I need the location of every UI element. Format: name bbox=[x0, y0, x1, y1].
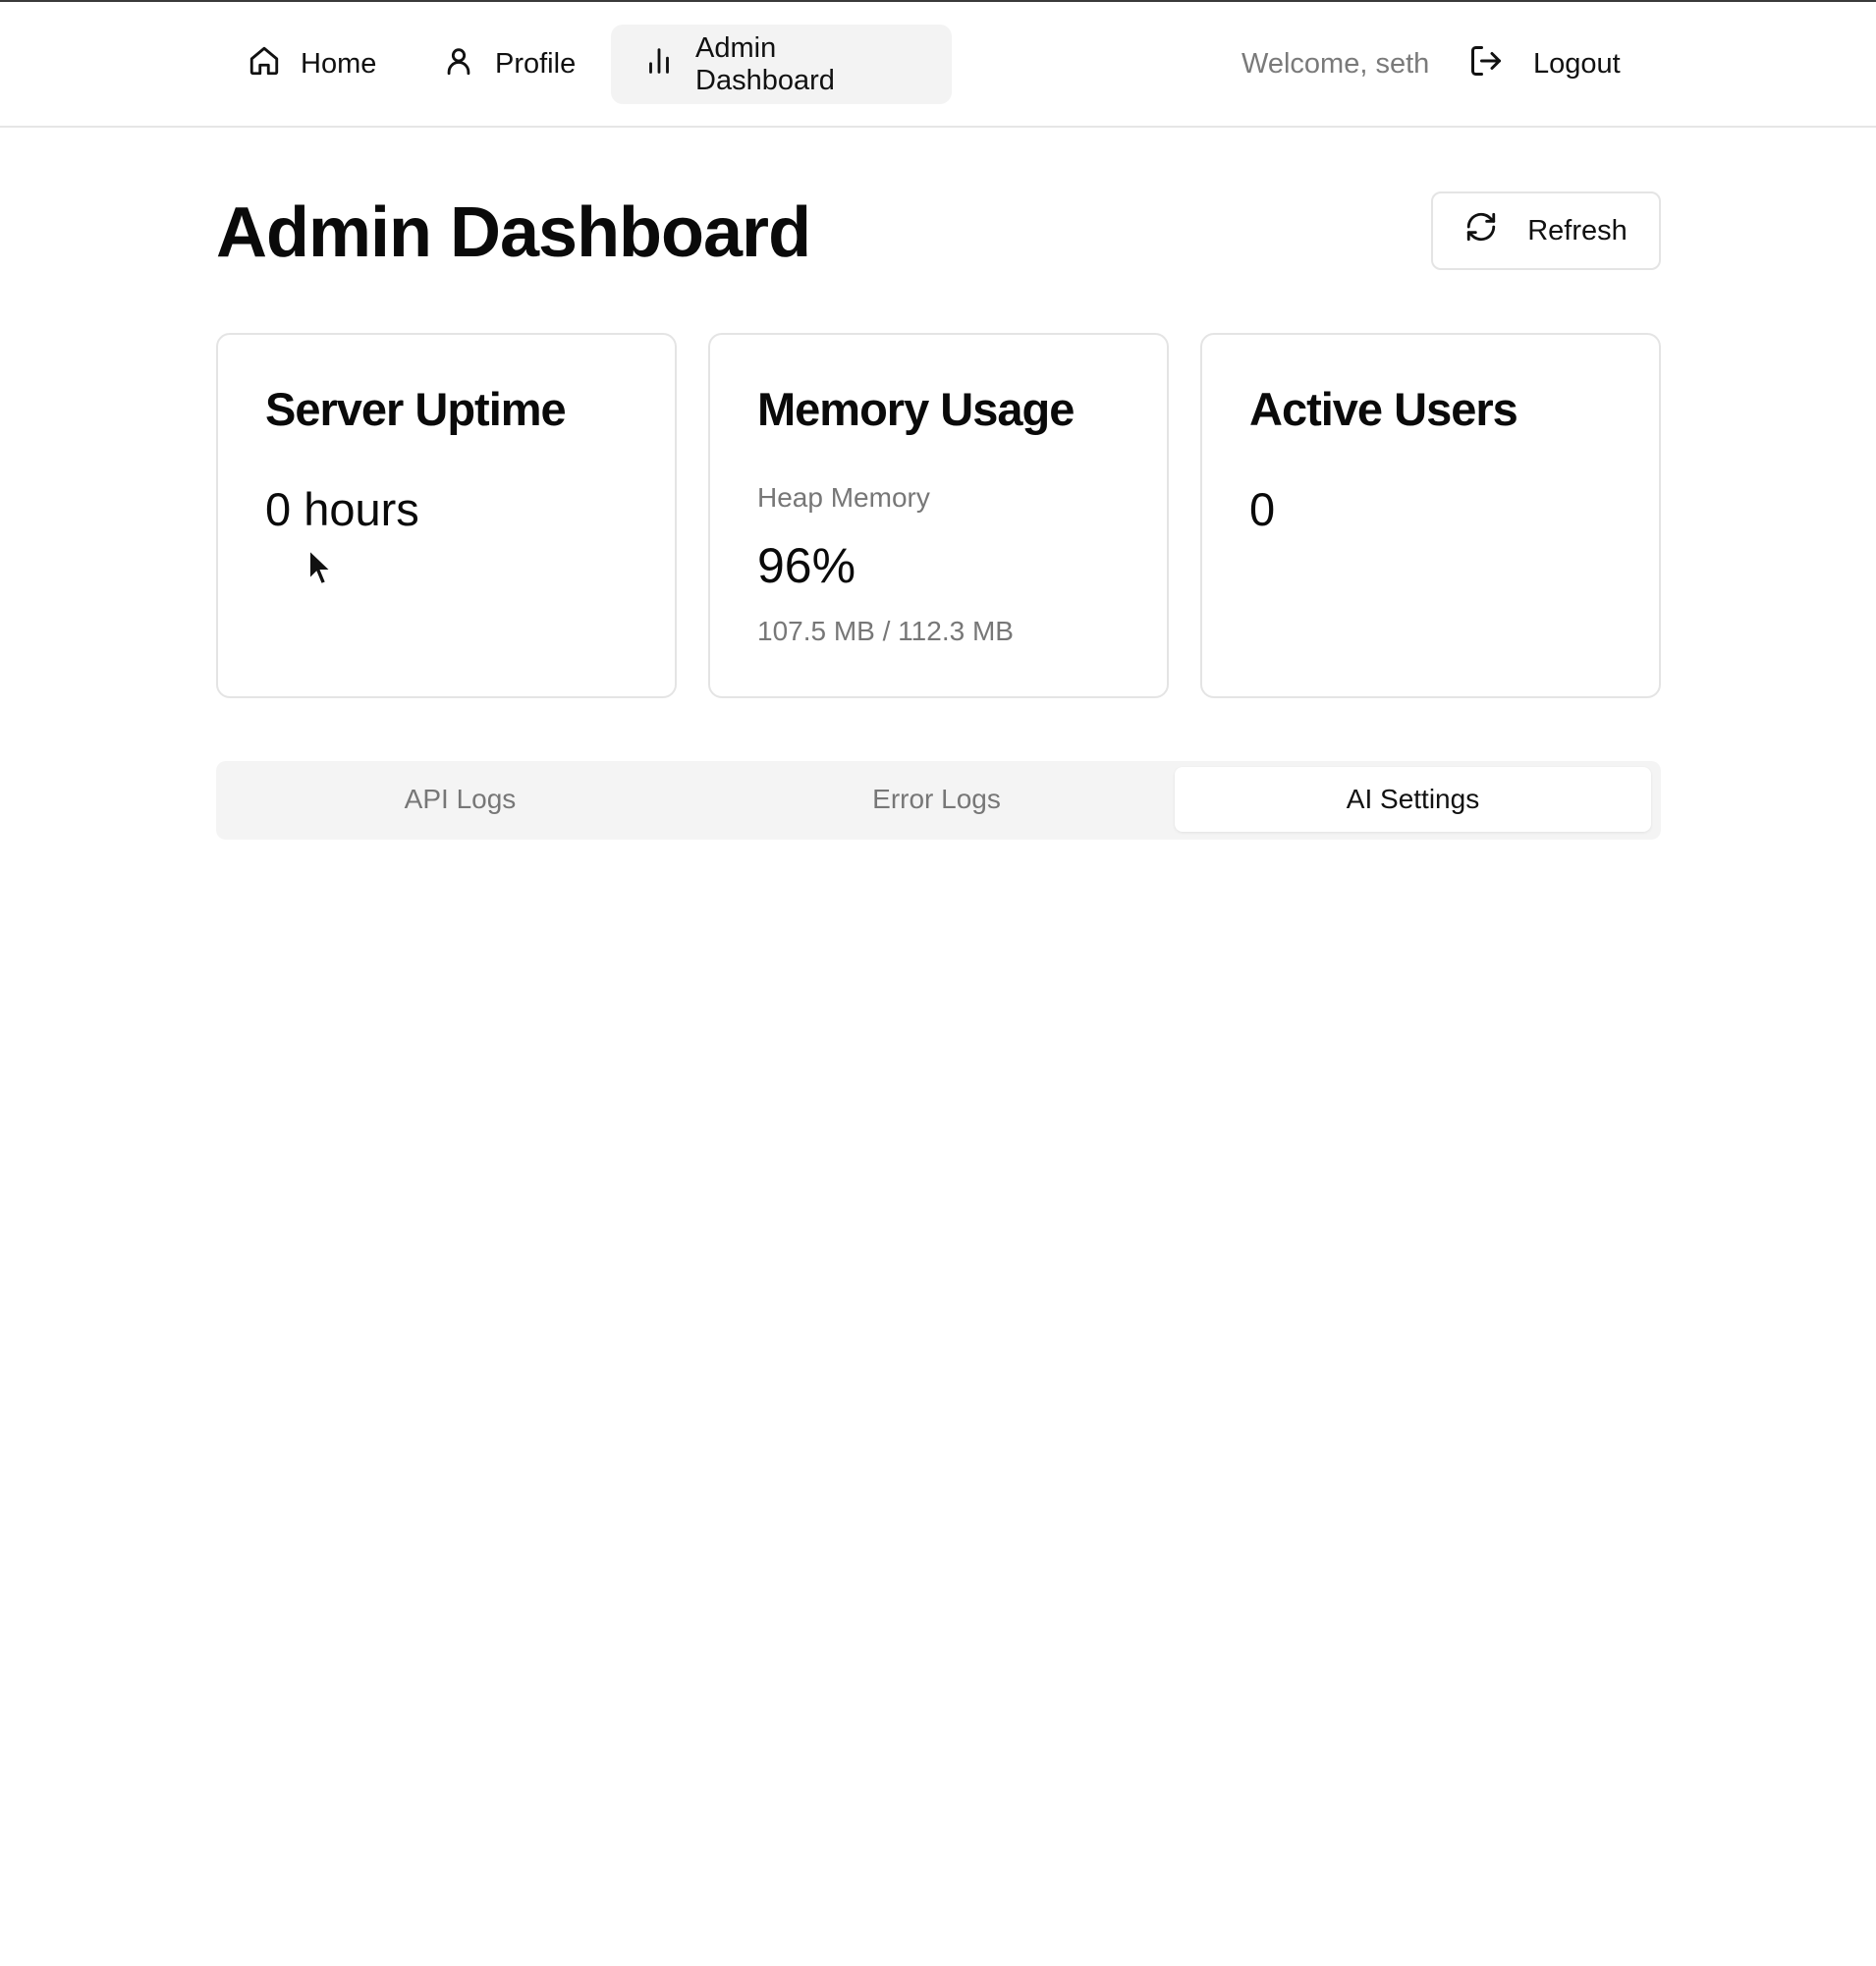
logout-label: Logout bbox=[1533, 48, 1621, 80]
refresh-icon bbox=[1464, 210, 1498, 251]
card-title: Active Users bbox=[1249, 383, 1518, 435]
home-icon bbox=[248, 44, 281, 85]
logout-icon bbox=[1468, 43, 1504, 86]
refresh-label: Refresh bbox=[1527, 214, 1628, 246]
nav-admin-dashboard-label: Admin Dashboard bbox=[695, 31, 835, 96]
user-icon bbox=[442, 44, 475, 85]
logout-button[interactable]: Logout bbox=[1468, 25, 1621, 104]
welcome-text: Welcome, seth bbox=[1241, 48, 1430, 80]
nav-profile-label: Profile bbox=[495, 48, 577, 80]
card-title: Server Uptime bbox=[265, 383, 567, 435]
page-title: Admin Dashboard bbox=[216, 193, 811, 272]
tab-ai-settings[interactable]: AI Settings bbox=[1175, 767, 1651, 832]
nav-home-link[interactable]: Home bbox=[216, 25, 408, 104]
memory-usage-card: Memory Usage Heap Memory 96% 107.5 MB / … bbox=[708, 333, 1169, 698]
dashboard-tabs: API Logs Error Logs AI Settings bbox=[216, 761, 1661, 840]
mouse-cursor-icon bbox=[308, 548, 333, 586]
memory-detail: 107.5 MB / 112.3 MB bbox=[757, 616, 1014, 646]
nav-home-label: Home bbox=[301, 48, 377, 80]
active-users-card: Active Users 0 bbox=[1200, 333, 1661, 698]
memory-percent: 96% bbox=[757, 538, 856, 593]
nav-admin-dashboard-link[interactable]: Admin Dashboard bbox=[611, 25, 952, 104]
server-uptime-card: Server Uptime 0 hours bbox=[216, 333, 677, 698]
heap-memory-label: Heap Memory bbox=[757, 482, 930, 513]
refresh-button[interactable]: Refresh bbox=[1431, 191, 1661, 270]
nav-profile-link[interactable]: Profile bbox=[411, 25, 607, 104]
card-title: Memory Usage bbox=[757, 383, 1075, 435]
uptime-value: 0 hours bbox=[265, 483, 419, 535]
active-users-value: 0 bbox=[1249, 483, 1276, 535]
tab-api-logs[interactable]: API Logs bbox=[222, 767, 698, 832]
bar-chart-icon bbox=[642, 44, 676, 85]
top-navigation: Home Profile Admin Dashboard Welcome, se… bbox=[0, 2, 1876, 128]
tab-error-logs[interactable]: Error Logs bbox=[698, 767, 1175, 832]
